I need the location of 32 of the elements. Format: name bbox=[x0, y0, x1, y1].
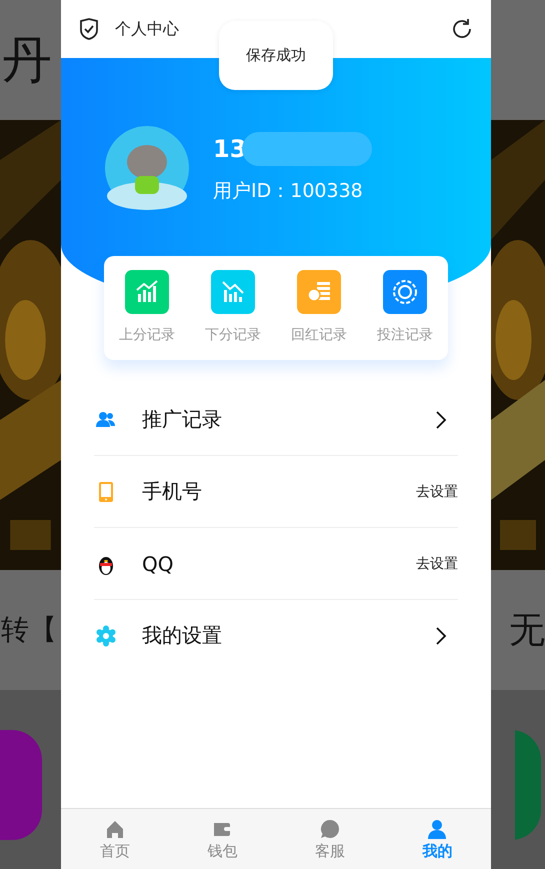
menu-item[interactable]: 我的设置 bbox=[142, 622, 434, 649]
user-id: 用户ID：100338 bbox=[213, 179, 364, 204]
background-heading: 丹 bbox=[2, 30, 52, 90]
chart-down-icon[interactable] bbox=[211, 270, 255, 314]
background-caption: 转【 bbox=[1, 612, 57, 648]
tab[interactable]: 我的 bbox=[422, 842, 452, 860]
menu-item[interactable]: 推广记录 bbox=[142, 406, 434, 433]
page-title: 个人中心 bbox=[115, 18, 180, 40]
person-icon[interactable] bbox=[426, 818, 448, 840]
menu-item[interactable]: 手机号 bbox=[142, 478, 416, 505]
background-caption: 无 bbox=[509, 608, 545, 652]
record-link[interactable]: 下分记录 bbox=[205, 326, 261, 344]
record-link[interactable]: 上分记录 bbox=[119, 326, 175, 344]
menu-item[interactable]: QQ bbox=[142, 552, 416, 576]
chat-icon[interactable] bbox=[318, 818, 341, 840]
record-link[interactable]: 回红记录 bbox=[291, 326, 347, 344]
coins-icon[interactable] bbox=[297, 270, 341, 314]
chevron-icon[interactable] bbox=[434, 410, 448, 430]
app-icon bbox=[0, 730, 45, 840]
record-link[interactable]: 投注记录 bbox=[377, 326, 433, 344]
set-link[interactable]: 去设置 bbox=[416, 482, 458, 500]
refresh-icon[interactable] bbox=[451, 18, 473, 40]
set-link[interactable]: 去设置 bbox=[416, 554, 458, 572]
toast-message: 保存成功 bbox=[219, 21, 333, 90]
tab[interactable]: 首页 bbox=[100, 842, 130, 860]
chip-icon[interactable] bbox=[383, 270, 427, 314]
gear-icon bbox=[94, 624, 118, 648]
chart-up-icon[interactable] bbox=[125, 270, 169, 314]
tab[interactable]: 钱包 bbox=[207, 842, 238, 860]
chevron-icon[interactable] bbox=[434, 626, 448, 646]
shield-check-icon[interactable] bbox=[79, 18, 99, 40]
tab[interactable]: 客服 bbox=[314, 842, 345, 860]
